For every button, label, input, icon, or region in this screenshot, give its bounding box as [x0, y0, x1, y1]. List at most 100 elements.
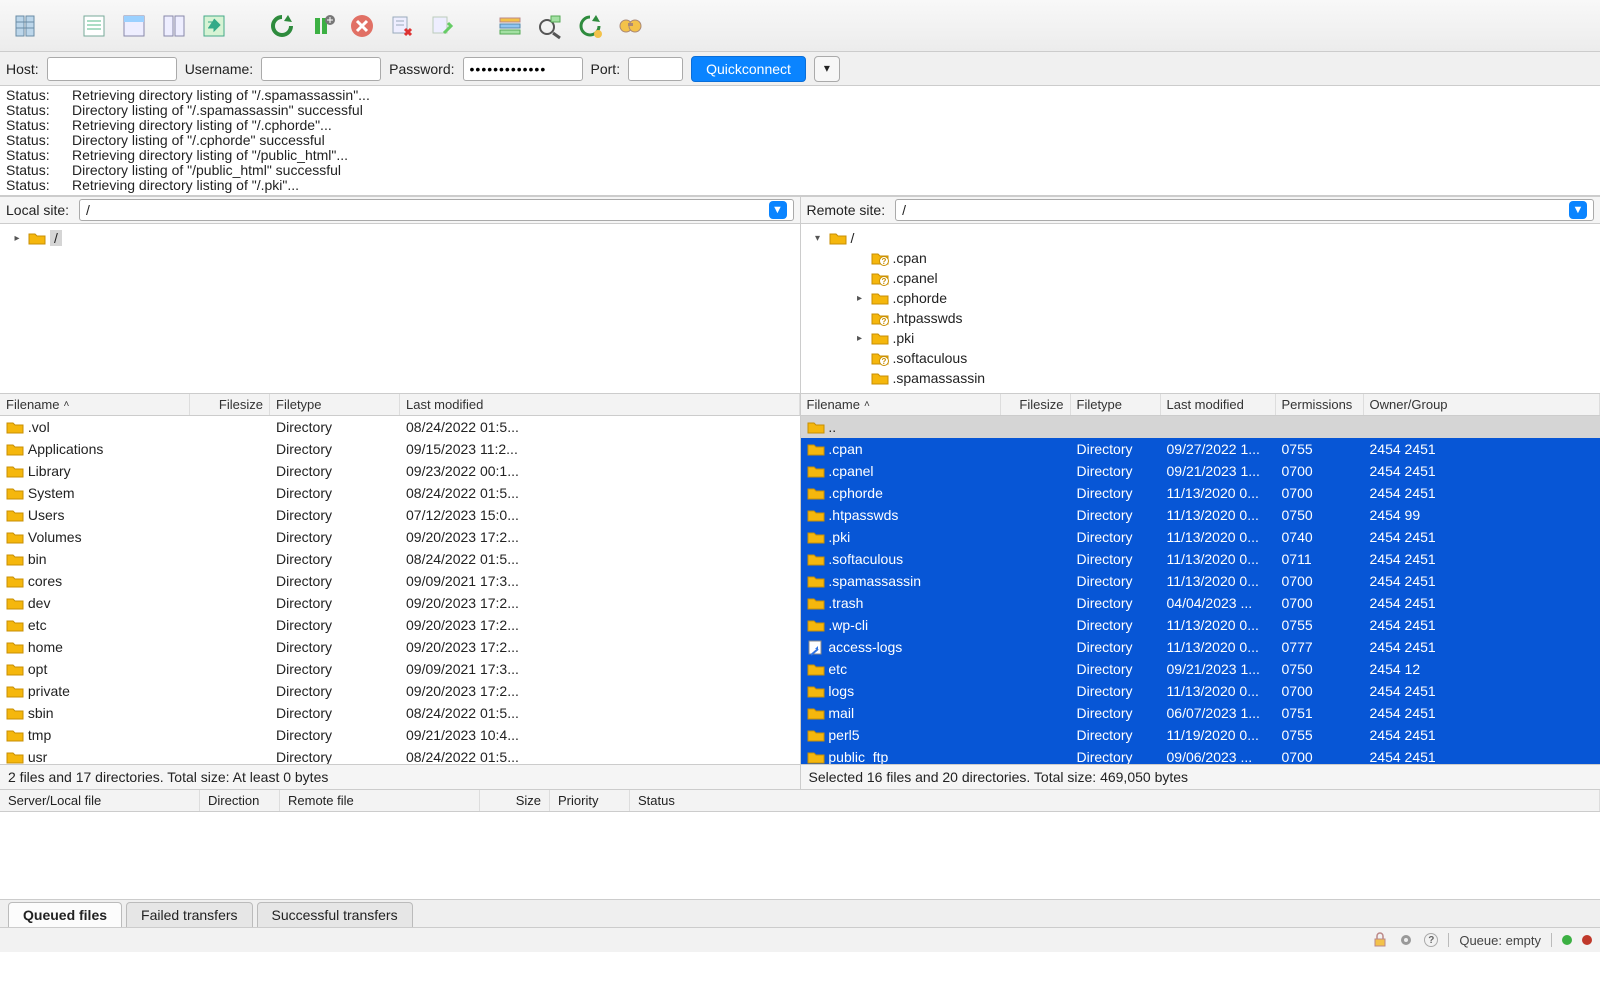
toggle-queue-button[interactable] [196, 8, 232, 44]
local-path-dropdown-icon[interactable]: ▼ [769, 201, 787, 219]
status-message: Retrieving directory listing of "/.pki".… [72, 178, 299, 193]
host-input[interactable] [47, 57, 177, 81]
username-input[interactable] [261, 57, 381, 81]
compare-button[interactable] [532, 8, 568, 44]
quickconnect-button[interactable]: Quickconnect [691, 56, 806, 82]
tab-successful-transfers[interactable]: Successful transfers [257, 902, 413, 927]
tree-caret-icon[interactable]: ▸ [10, 233, 24, 244]
tree-node[interactable]: .cpanel [893, 270, 938, 286]
table-row[interactable]: ApplicationsDirectory09/15/2023 11:2... [0, 438, 800, 460]
table-row[interactable]: .pkiDirectory11/13/2020 0...07402454 245… [801, 526, 1600, 548]
table-row[interactable]: .volDirectory08/24/2022 01:5... [0, 416, 800, 438]
table-row[interactable]: etcDirectory09/20/2023 17:2... [0, 614, 800, 636]
table-row[interactable]: LibraryDirectory09/23/2022 00:1... [0, 460, 800, 482]
table-row[interactable]: .cpanelDirectory09/21/2023 1...07002454 … [801, 460, 1600, 482]
remote-list-header[interactable]: Filename˄ Filesize Filetype Last modifie… [801, 394, 1600, 416]
password-input[interactable] [463, 57, 583, 81]
filter-button[interactable] [492, 8, 528, 44]
status-label: Status: [6, 163, 52, 178]
transfer-queue: Server/Local file Direction Remote file … [0, 790, 1600, 900]
table-row[interactable]: SystemDirectory08/24/2022 01:5... [0, 482, 800, 504]
username-label: Username: [185, 61, 253, 77]
table-row[interactable]: .htpasswdsDirectory11/13/2020 0...075024… [801, 504, 1600, 526]
host-label: Host: [6, 61, 39, 77]
status-label: Status: [6, 103, 52, 118]
toggle-log-button[interactable] [76, 8, 112, 44]
tree-node[interactable]: / [851, 230, 855, 246]
disconnect-button[interactable] [384, 8, 420, 44]
help-icon[interactable]: ? [1424, 933, 1438, 947]
table-row[interactable]: .softaculousDirectory11/13/2020 0...0711… [801, 548, 1600, 570]
tree-caret-icon[interactable]: ▸ [853, 293, 867, 304]
remote-path-field[interactable]: / ▼ [895, 199, 1594, 221]
quickconnect-history-button[interactable]: ▾ [814, 56, 840, 82]
folder-unknown-icon [871, 249, 889, 267]
toggle-local-tree-button[interactable] [116, 8, 152, 44]
remote-path-dropdown-icon[interactable]: ▼ [1569, 201, 1587, 219]
table-row[interactable]: etcDirectory09/21/2023 1...07502454 12 [801, 658, 1600, 680]
queue-body[interactable] [0, 812, 1600, 899]
remote-site-bar: Remote site: / ▼ [800, 196, 1600, 224]
local-tree[interactable]: ▸ / [0, 224, 800, 394]
table-row[interactable]: devDirectory09/20/2023 17:2... [0, 592, 800, 614]
status-log[interactable]: Status: Retrieving directory listing of "… [0, 86, 1600, 196]
table-row[interactable]: coresDirectory09/09/2021 17:3... [0, 570, 800, 592]
table-row[interactable]: .wp-cliDirectory11/13/2020 0...07552454 … [801, 614, 1600, 636]
table-row[interactable]: sbinDirectory08/24/2022 01:5... [0, 702, 800, 724]
table-row[interactable]: binDirectory08/24/2022 01:5... [0, 548, 800, 570]
table-row[interactable]: perl5Directory11/19/2020 0...07552454 24… [801, 724, 1600, 746]
folder-icon [807, 506, 825, 524]
table-row[interactable]: logsDirectory11/13/2020 0...07002454 245… [801, 680, 1600, 702]
local-tree-root[interactable]: / [50, 230, 62, 246]
toggle-remote-tree-button[interactable] [156, 8, 192, 44]
table-row[interactable]: tmpDirectory09/21/2023 10:4... [0, 724, 800, 746]
table-row[interactable]: UsersDirectory07/12/2023 15:0... [0, 504, 800, 526]
queue-header[interactable]: Server/Local file Direction Remote file … [0, 790, 1600, 812]
table-row[interactable]: .trashDirectory04/04/2023 ...07002454 24… [801, 592, 1600, 614]
cancel-button[interactable] [344, 8, 380, 44]
table-row[interactable]: access-logsDirectory11/13/2020 0...07772… [801, 636, 1600, 658]
table-row[interactable]: public_ftpDirectory09/06/2023 ...0700245… [801, 746, 1600, 765]
folder-icon [6, 528, 24, 546]
folder-unknown-icon [871, 309, 889, 327]
tree-node[interactable]: .softaculous [893, 350, 968, 366]
local-file-list[interactable]: Filename˄ Filesize Filetype Last modifie… [0, 394, 800, 765]
refresh-button[interactable] [264, 8, 300, 44]
tree-node[interactable]: .spamassassin [893, 370, 986, 386]
remote-tree[interactable]: ▾ / .cpan .cpanel ▸ .cphorde .htpasswds ▸ .pki .s… [801, 224, 1600, 394]
tree-caret-icon[interactable]: ▸ [853, 333, 867, 344]
local-list-header[interactable]: Filename˄ Filesize Filetype Last modifie… [0, 394, 800, 416]
table-row[interactable]: homeDirectory09/20/2023 17:2... [0, 636, 800, 658]
tree-node[interactable]: .htpasswds [893, 310, 963, 326]
search-button[interactable] [612, 8, 648, 44]
table-row[interactable]: .cphordeDirectory11/13/2020 0...07002454… [801, 482, 1600, 504]
folder-icon [807, 550, 825, 568]
port-input[interactable] [628, 57, 683, 81]
tree-node[interactable]: .cphorde [893, 290, 947, 306]
table-row[interactable]: optDirectory09/09/2021 17:3... [0, 658, 800, 680]
tab-failed-transfers[interactable]: Failed transfers [126, 902, 252, 927]
local-path-value: / [86, 202, 90, 218]
table-row[interactable]: .cpanDirectory09/27/2022 1...07552454 24… [801, 438, 1600, 460]
queue-tabs: Queued files Failed transfers Successful… [0, 900, 1600, 928]
table-row[interactable]: privateDirectory09/20/2023 17:2... [0, 680, 800, 702]
tab-queued-files[interactable]: Queued files [8, 902, 122, 927]
local-path-field[interactable]: / ▼ [79, 199, 793, 221]
bottom-status-bar: ? Queue: empty [0, 928, 1600, 952]
sync-browsing-button[interactable] [572, 8, 608, 44]
table-row[interactable]: .spamassassinDirectory11/13/2020 0...070… [801, 570, 1600, 592]
status-message: Retrieving directory listing of "/.cphor… [72, 118, 332, 133]
parent-dir-row[interactable]: .. [801, 416, 1600, 438]
process-queue-button[interactable] [304, 8, 340, 44]
site-manager-button[interactable] [8, 8, 44, 44]
tree-node[interactable]: .cpan [893, 250, 927, 266]
tree-node[interactable]: .pki [893, 330, 915, 346]
folder-icon [807, 682, 825, 700]
table-row[interactable]: VolumesDirectory09/20/2023 17:2... [0, 526, 800, 548]
table-row[interactable]: mailDirectory06/07/2023 1...07512454 245… [801, 702, 1600, 724]
reconnect-button[interactable] [424, 8, 460, 44]
tree-caret-icon[interactable]: ▾ [811, 233, 825, 244]
remote-file-list[interactable]: Filename˄ Filesize Filetype Last modifie… [801, 394, 1600, 765]
gear-icon[interactable] [1398, 932, 1414, 948]
table-row[interactable]: usrDirectory08/24/2022 01:5... [0, 746, 800, 765]
